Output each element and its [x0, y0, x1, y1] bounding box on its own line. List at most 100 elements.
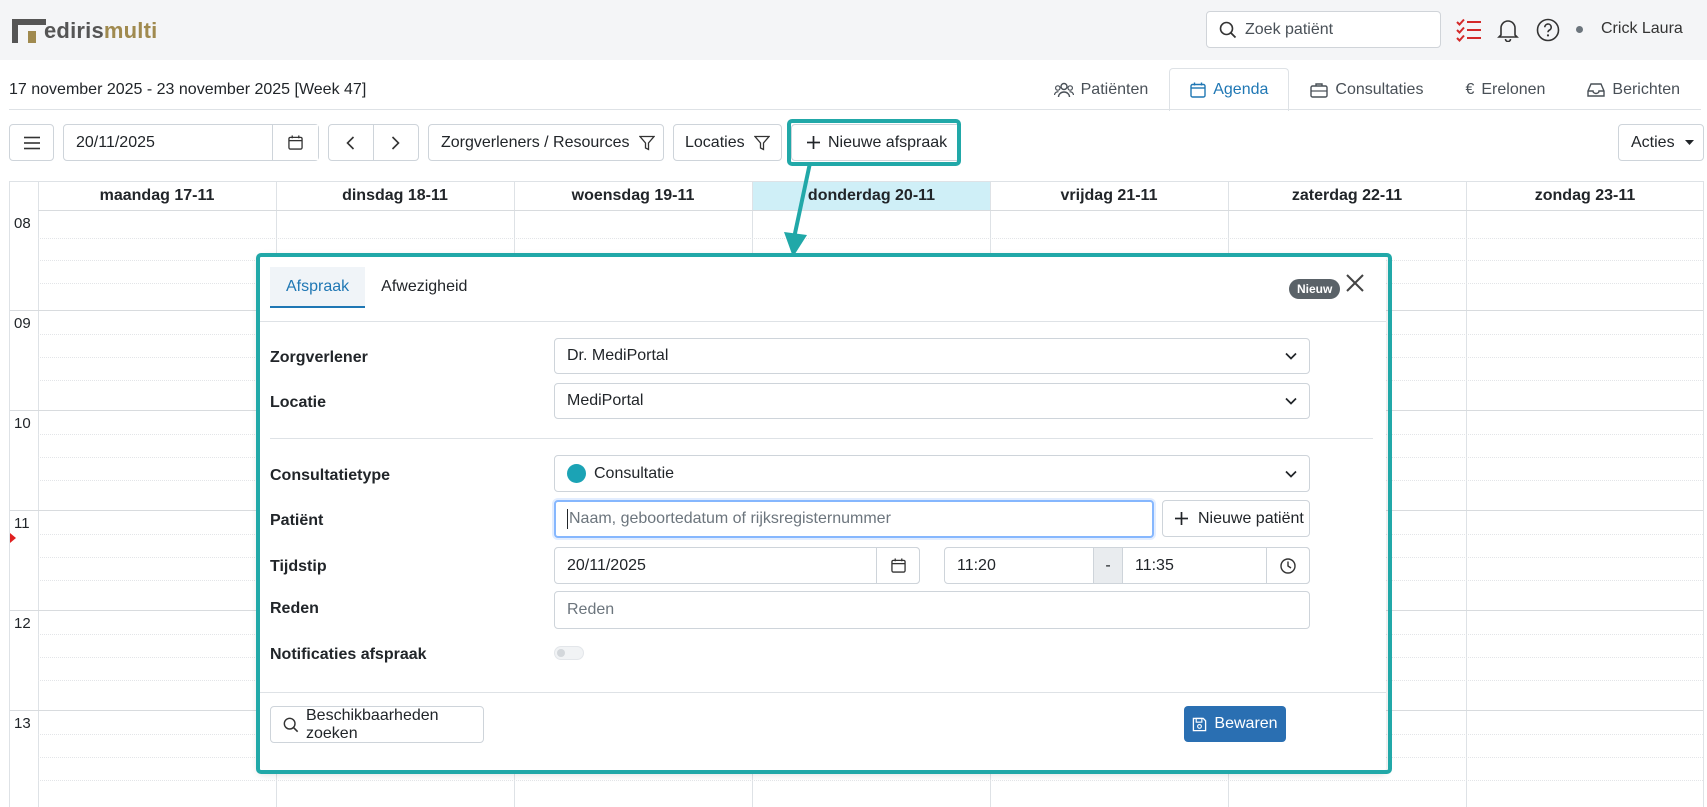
- save-button[interactable]: Bewaren: [1184, 706, 1286, 742]
- provider-label: Zorgverlener: [270, 349, 368, 366]
- reason-input[interactable]: Reden: [554, 591, 1310, 629]
- current-time-marker: [10, 533, 16, 543]
- search-availability-button[interactable]: Beschikbaarheden zoeken: [270, 706, 484, 743]
- chevron-left-icon: [346, 135, 355, 150]
- chevron-down-icon: [1285, 397, 1297, 405]
- calendar-icon: [288, 135, 303, 150]
- providers-filter-button[interactable]: Zorgverleners / Resources: [428, 124, 664, 161]
- time-from-input[interactable]: 11:20: [945, 548, 1093, 583]
- time-picker-button[interactable]: [1266, 547, 1310, 584]
- help-icon[interactable]: [1536, 18, 1560, 42]
- new-appointment-button[interactable]: Nieuwe afspraak: [791, 124, 961, 161]
- time-to-input[interactable]: 11:35: [1123, 548, 1269, 583]
- hour-label: 11: [14, 515, 30, 532]
- modal-tabs: Afspraak Afwezigheid: [270, 267, 483, 308]
- menu-toggle-button[interactable]: [9, 124, 54, 161]
- status-dot: [1576, 25, 1583, 33]
- save-icon: [1192, 717, 1207, 732]
- calendar-icon: [1190, 82, 1213, 98]
- date-input[interactable]: 20/11/2025: [64, 125, 272, 160]
- time-from-value: 11:20: [957, 556, 996, 574]
- week-nav: [328, 124, 419, 161]
- chevron-right-icon: [391, 135, 400, 150]
- slot-line: [38, 780, 1703, 781]
- tab-label: Patiënten: [1080, 80, 1149, 98]
- notifications-toggle[interactable]: [554, 646, 584, 660]
- tab-label: Agenda: [1213, 81, 1269, 98]
- checklist-icon[interactable]: [1456, 18, 1482, 42]
- logo-text: edirismulti: [44, 18, 158, 43]
- hour-label: 10: [14, 415, 31, 432]
- location-value: MediPortal: [567, 392, 644, 409]
- status-badge: Nieuw: [1289, 279, 1341, 299]
- week-title: 17 november 2025 - 23 november 2025 [Wee…: [9, 81, 367, 98]
- slot-line: [38, 238, 1703, 239]
- prev-week-button[interactable]: [329, 125, 374, 160]
- day-header: zaterdag 22-11: [1291, 187, 1403, 204]
- users-icon: [1053, 82, 1081, 98]
- day-header: vrijdag 21-11: [1060, 187, 1158, 204]
- chevron-down-icon: [1285, 470, 1297, 478]
- plus-icon: [1175, 512, 1188, 525]
- close-icon[interactable]: [1346, 274, 1364, 292]
- tab-afspraak[interactable]: Afspraak: [270, 267, 366, 308]
- filter-icon: [638, 135, 655, 151]
- plus-icon: [807, 136, 820, 149]
- top-bar: edirismulti Crick Laura: [0, 0, 1707, 60]
- providers-filter-label: Zorgverleners / Resources: [441, 133, 630, 151]
- patient-search-input[interactable]: Naam, geboortedatum of rijksregisternumm…: [554, 500, 1154, 538]
- tab-erelonen[interactable]: € Erelonen: [1444, 68, 1566, 110]
- date-picker-button[interactable]: [876, 547, 920, 584]
- user-name: Crick Laura: [1601, 20, 1683, 37]
- appointment-date-input[interactable]: 20/11/2025: [554, 547, 920, 584]
- actions-label: Acties: [1631, 133, 1675, 151]
- locations-filter-button[interactable]: Locaties: [673, 124, 782, 161]
- inbox-icon: [1587, 82, 1612, 98]
- search-availability-label: Beschikbaarheden zoeken: [306, 706, 439, 742]
- provider-select[interactable]: Dr. MediPortal: [554, 338, 1310, 374]
- new-appointment-label: Nieuwe afspraak: [828, 133, 948, 151]
- save-label: Bewaren: [1214, 715, 1278, 732]
- user-menu[interactable]: Crick Laura: [1576, 20, 1683, 38]
- main-tabs: Patiënten Agenda Consultaties € Erelonen…: [1033, 68, 1701, 111]
- calendar-picker-button[interactable]: [272, 125, 318, 160]
- tab-label: Consultaties: [1335, 80, 1424, 98]
- caret-down-icon: [1684, 139, 1694, 146]
- consultation-type-select[interactable]: Consultatie: [554, 455, 1310, 492]
- provider-value: Dr. MediPortal: [567, 347, 669, 364]
- type-label: Consultatietype: [270, 467, 391, 484]
- time-range-input: 11:20 - 11:35: [944, 547, 1310, 584]
- clock-icon: [1280, 557, 1296, 574]
- chevron-down-icon: [1285, 352, 1297, 360]
- patient-search[interactable]: [1206, 11, 1441, 48]
- location-select[interactable]: MediPortal: [554, 383, 1310, 419]
- date-picker[interactable]: 20/11/2025: [63, 124, 319, 161]
- tab-patienten[interactable]: Patiënten: [1033, 68, 1170, 110]
- euro-icon: €: [1465, 80, 1475, 98]
- text-cursor: [567, 509, 568, 529]
- patient-placeholder: Naam, geboortedatum of rijksregisternumm…: [569, 510, 891, 527]
- tab-label: Berichten: [1612, 80, 1680, 98]
- notifications-label: Notificaties afspraak: [270, 646, 427, 663]
- reason-label: Reden: [270, 600, 319, 617]
- hour-label: 08: [14, 215, 31, 232]
- next-week-button[interactable]: [374, 125, 419, 160]
- time-separator-text: -: [1105, 556, 1111, 574]
- tab-afwezigheid[interactable]: Afwezigheid: [365, 267, 483, 308]
- filter-icon: [753, 135, 770, 151]
- calendar-icon: [890, 558, 906, 573]
- hour-label: 09: [14, 315, 31, 332]
- hour-label: 13: [14, 715, 31, 732]
- tab-consultaties[interactable]: Consultaties: [1289, 68, 1444, 110]
- modal-header-divider: [258, 321, 1386, 322]
- tab-berichten[interactable]: Berichten: [1566, 68, 1701, 110]
- app-logo[interactable]: edirismulti: [12, 16, 157, 46]
- time-label: Tijdstip: [270, 558, 327, 575]
- bell-icon[interactable]: [1497, 18, 1519, 42]
- location-label: Locatie: [270, 394, 327, 411]
- actions-dropdown[interactable]: Acties: [1618, 124, 1704, 161]
- tab-agenda[interactable]: Agenda: [1169, 68, 1290, 111]
- new-patient-button[interactable]: Nieuwe patiënt: [1162, 500, 1310, 537]
- time-separator: -: [1093, 548, 1123, 583]
- search-input[interactable]: [1245, 20, 1425, 39]
